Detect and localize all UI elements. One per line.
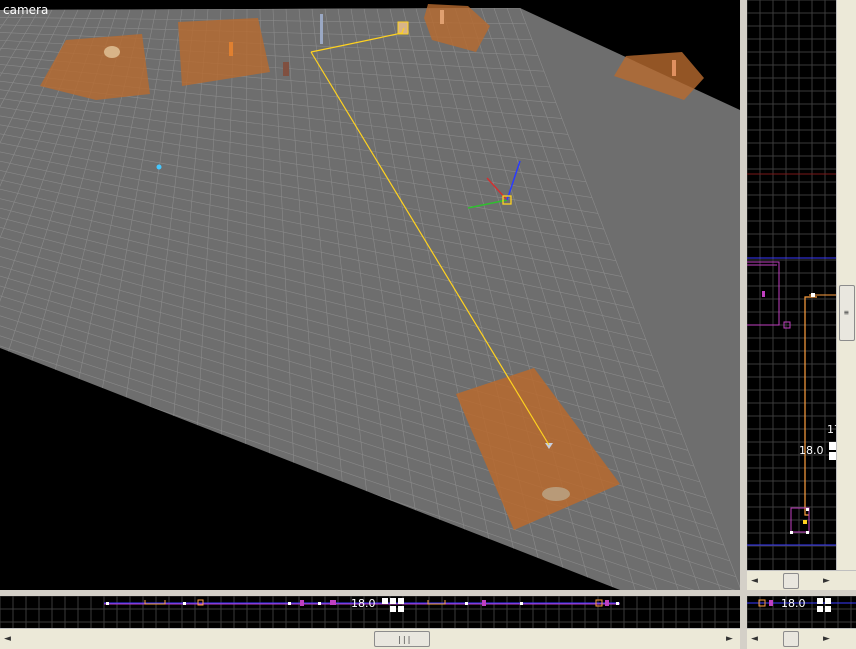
scroll-left-arrow-icon[interactable]: ◄ (751, 634, 758, 644)
node-b9[interactable] (482, 600, 486, 606)
readout-box-b5 (398, 606, 404, 612)
side-vertical-scrollbar[interactable]: ≡ (836, 0, 856, 570)
light-entity[interactable] (156, 164, 162, 170)
readout-box-br1 (817, 598, 823, 604)
handle-sq-2[interactable] (806, 531, 809, 534)
vertical-scroll-thumb[interactable]: ≡ (839, 285, 855, 341)
prop-entity-1[interactable] (104, 46, 120, 58)
vertical-splitter[interactable] (740, 0, 747, 648)
scroll-right-arrow-icon[interactable]: ► (823, 576, 830, 586)
path-node-2[interactable] (803, 520, 807, 524)
prop-entity-3[interactable] (397, 21, 409, 35)
readout-box-b3 (398, 598, 404, 604)
prop-entity-2[interactable] (229, 42, 233, 56)
side-horizontal-scrollbar[interactable]: ◄ ► (747, 570, 856, 591)
horizontal-scroll-thumb[interactable] (783, 631, 799, 647)
readout-box-b4 (390, 606, 396, 612)
scroll-left-arrow-icon[interactable]: ◄ (751, 576, 758, 586)
prop-entity-4[interactable] (440, 10, 444, 24)
bottom-horizontal-scrollbar[interactable]: ◄ ||| ► (0, 628, 740, 649)
node-b7[interactable] (330, 600, 336, 605)
side-readout: 18.0 (799, 444, 824, 457)
horizontal-scroll-thumb[interactable] (783, 573, 799, 589)
node-br2[interactable] (769, 600, 773, 606)
node-b4[interactable] (288, 602, 291, 605)
node-b5[interactable] (300, 600, 304, 606)
scroll-left-arrow-icon[interactable]: ◄ (4, 634, 11, 644)
node-b2[interactable] (183, 602, 186, 605)
camera-scene[interactable] (0, 0, 740, 590)
node-b13[interactable] (616, 602, 619, 605)
prop-entity-6[interactable] (542, 487, 570, 501)
side-viewport[interactable]: 17 18.0 ≡ (747, 0, 856, 570)
scroll-right-arrow-icon[interactable]: ► (726, 634, 733, 644)
node-b1[interactable] (106, 602, 109, 605)
readout-box-br2 (825, 598, 831, 604)
grip-icon: ≡ (844, 308, 849, 317)
bottom-readout: 18.0 (351, 597, 376, 610)
horizontal-scroll-thumb[interactable]: ||| (374, 631, 430, 647)
readout-box-br3 (817, 606, 823, 612)
bottom-right-viewport[interactable]: 18.0 (747, 596, 856, 628)
path-orange[interactable] (804, 296, 817, 516)
node-b10[interactable] (520, 602, 523, 605)
node-b12[interactable] (605, 600, 609, 606)
node-b6[interactable] (318, 602, 321, 605)
readout-box-b1 (382, 598, 388, 604)
brush-marker[interactable] (762, 291, 765, 297)
bottom-right-horizontal-scrollbar[interactable]: ◄ ► (747, 628, 856, 649)
readout-box-br4 (825, 606, 831, 612)
path-node-1[interactable] (811, 293, 815, 297)
node-b8[interactable] (465, 602, 468, 605)
npc-entity[interactable] (283, 62, 289, 76)
bottom-viewport[interactable]: 18.0 (0, 596, 740, 628)
handle-sq-1[interactable] (790, 531, 793, 534)
prop-entity-5[interactable] (672, 60, 676, 76)
viewport-label: camera (3, 3, 49, 17)
grip-icon: ||| (397, 635, 412, 644)
handle-sq-3[interactable] (806, 508, 809, 511)
pole-entity[interactable] (320, 14, 323, 44)
camera-viewport[interactable]: camera (0, 0, 740, 590)
scroll-right-arrow-icon[interactable]: ► (823, 634, 830, 644)
bottom-right-readout: 18.0 (781, 597, 806, 610)
readout-box-b2 (390, 598, 396, 604)
